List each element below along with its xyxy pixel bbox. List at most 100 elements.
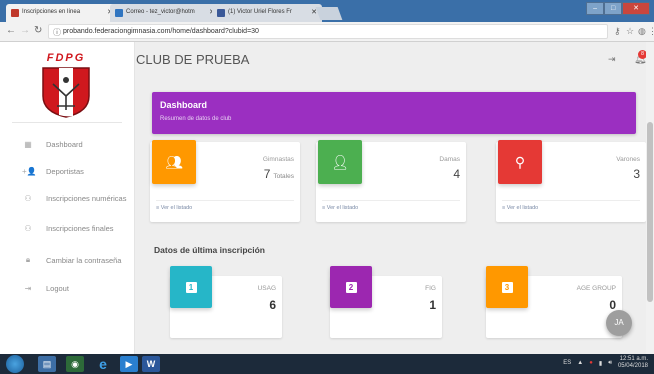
sidebar-item-dashboard[interactable]: ▦ Dashboard [22,136,83,152]
dashboard-title: Dashboard [160,100,208,110]
people-icon: 👥︎ [152,140,196,184]
inscription-value: 1 [429,298,436,312]
logout-icon[interactable]: ⇥ [608,54,616,65]
shield-icon [42,67,90,118]
close-window-icon[interactable]: ✕ [622,2,650,15]
fdpg-logo: FDPG [33,52,99,122]
stat-label: Gimnastas [262,156,294,163]
favicon-icon [115,9,123,17]
sidebar: FDPG ▦ Dashboard +👤 Deportistas ⚇ Inscri… [0,42,135,354]
minimize-icon[interactable]: – [586,2,605,15]
browser-tab-bar: Inscripciones en línea ✕ Correo - tez_vi… [0,0,654,22]
stat-card-gimnastas: 👥︎ Gimnastas 7 Totales ≡ Ver el listado [150,140,300,222]
stat-card-varones: ⚲ Varones 3 ≡ Ver el listado [496,140,646,222]
sidebar-item-label: Inscripciones numéricas [46,193,127,203]
menu-dots-icon[interactable]: ⋮ [648,26,654,37]
card-divider [156,200,294,201]
inscription-value: 6 [269,298,276,312]
person-icon: 👤︎ [318,140,362,184]
sidebar-item-logout[interactable]: ⇥ Logout [22,280,69,296]
system-tray: ES ▲ ● ▮ 🔊︎ 12:51 a.m. 05/04/2018 [563,356,648,370]
lock-icon: 🔒︎ [25,255,31,264]
back-icon[interactable]: ← [6,25,16,36]
stat-value: 4 [453,167,460,181]
view-list-link[interactable]: ≡ Ver el listado [156,205,192,211]
main-content: CLUB DE PRUEBA ⇥ 🔔︎ 8 Dashboard Resumen … [136,42,654,354]
chrome-icon[interactable]: ◉ [66,356,84,372]
favicon-icon [11,9,19,17]
tab-facebook[interactable]: (1) Victor Uriel Flores Fr ✕ [212,4,322,22]
media-player-icon[interactable]: ▶ [120,356,138,372]
badge-number: 3 [501,282,513,294]
inscription-label: USAG [257,285,276,292]
bookmark-star-icon[interactable]: ☆ [626,26,634,37]
inscription-card-usag: 1 USAG 6 [170,266,282,338]
link-text: Ver el listado [326,205,359,211]
dashboard-subtitle: Resumen de datos de club [160,116,232,122]
stat-number: 7 [263,167,271,181]
new-tab-button[interactable] [315,7,343,20]
tab-correo[interactable]: Correo - tez_victor@hotm ✕ [110,4,220,22]
person-add-icon: +👤 [22,166,37,176]
tab-label: (1) Victor Uriel Flores Fr [228,9,292,15]
card-divider [502,200,640,201]
stat-card-damas: 👤︎ Damas 4 ≡ Ver el listado [316,140,466,222]
reload-icon[interactable]: ↻ [34,25,42,36]
card-divider [322,200,460,201]
sidebar-item-label: Dashboard [46,139,83,149]
sidebar-item-label: Logout [46,283,69,293]
number-badge-icon: 2 [330,266,372,308]
scrollbar[interactable] [646,42,654,354]
scrollbar-thumb[interactable] [647,122,653,302]
sidebar-item-inscripciones-numericas[interactable]: ⚇ Inscripciones numéricas [22,190,126,206]
sidebar-divider [12,122,122,123]
maximize-icon[interactable]: □ [604,2,623,15]
sidebar-item-cambiar-contrasena[interactable]: 🔒︎ Cambiar la contraseña [22,252,122,268]
number-badge-icon: 1 [170,266,212,308]
page-title: CLUB DE PRUEBA [136,52,250,67]
sidebar-item-deportistas[interactable]: +👤 Deportistas [22,163,84,179]
dashboard-header: Dashboard Resumen de datos de club [152,92,636,134]
number-badge-icon: 3 [486,266,528,308]
forward-icon[interactable]: → [20,25,30,36]
stat-label: Varones [616,156,640,163]
stat-label: Damas [439,156,460,163]
stat-number: 3 [633,167,640,181]
logout-icon: ⇥ [24,283,32,293]
sidebar-item-inscripciones-finales[interactable]: ⚇ Inscripciones finales [22,220,113,236]
logo-text: FDPG [46,52,86,64]
stat-unit: Totales [273,173,294,180]
signal-icon[interactable]: ▮ [599,360,602,367]
tab-inscripciones[interactable]: Inscripciones en línea ✕ [6,4,118,22]
word-icon[interactable]: W [142,356,160,372]
stat-value: 7 Totales [264,167,294,181]
inscription-card-age-group: 3 AGE GROUP 0 [486,266,622,338]
key-icon[interactable]: ⚷ [614,26,621,37]
speaker-icon[interactable]: 🔊︎ [608,360,612,367]
windows-start-icon[interactable] [6,355,24,373]
clock-date: 05/04/2018 [617,363,648,369]
inscription-label: FIG [425,285,436,292]
network-icon[interactable]: ▲ [577,360,583,366]
url-input[interactable]: ⓘ probando.federaciongimnasia.com/home/d… [48,24,608,39]
internet-explorer-icon[interactable]: e [94,356,112,372]
tab-label: Correo - tez_victor@hotm [126,9,195,15]
clock-time: 12:51 a.m. [619,356,648,362]
view-list-link[interactable]: ≡ Ver el listado [322,205,358,211]
info-icon: ⓘ [53,28,61,37]
link-text: Ver el listado [160,205,193,211]
url-text: probando.federaciongimnasia.com/home/das… [63,28,259,35]
extension-icon[interactable]: ◍ [638,26,646,37]
people-icon: ⚇ [24,193,32,203]
view-list-link[interactable]: ≡ Ver el listado [502,205,538,211]
inscription-label: AGE GROUP [576,285,616,292]
badge-number: 1 [185,282,197,294]
antivirus-icon[interactable]: ● [589,360,593,366]
link-text: Ver el listado [506,205,539,211]
taskbar: ▤ ◉ e ▶ W ES ▲ ● ▮ 🔊︎ 12:51 a.m. 05/04/2… [0,354,654,374]
sidebar-item-label: Deportistas [46,166,84,176]
language-indicator[interactable]: ES [563,360,571,366]
user-avatar[interactable]: JA [606,310,632,336]
file-explorer-icon[interactable]: ▤ [38,356,56,372]
clock[interactable]: 12:51 a.m. 05/04/2018 [618,356,648,370]
